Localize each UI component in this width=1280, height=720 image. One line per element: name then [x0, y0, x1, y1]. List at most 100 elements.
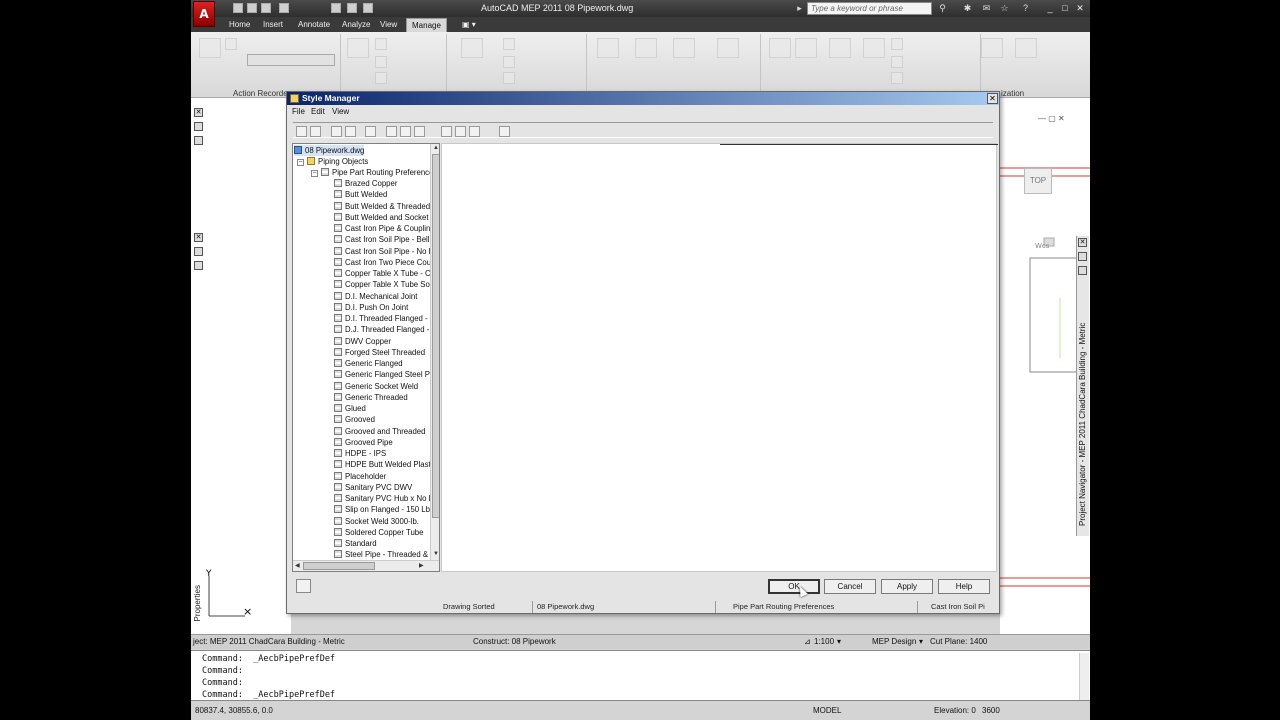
tree-category-pipe-part-routing-preferences[interactable]: Pipe Part Routing Preferences [321, 167, 437, 178]
compare-icon[interactable] [503, 38, 515, 50]
tree-style-item[interactable]: Placeholder [334, 471, 386, 482]
inline-edit-icon[interactable] [499, 126, 510, 137]
tree-style-item[interactable]: Butt Welded & Threaded [334, 201, 430, 212]
tree-style-item[interactable]: Cast Iron Soil Pipe - No Hub [334, 246, 439, 257]
coordinates-readout[interactable]: 80837.4, 30855.6, 0.0 [195, 706, 273, 715]
expand-arrow-icon[interactable]: ▸ [794, 3, 805, 14]
tree-horizontal-scrollbar[interactable]: ◀ ▶ [293, 560, 439, 571]
project-navigator-palette[interactable]: ✕ Project Navigator - MEP 2011 ChadCara … [1076, 236, 1089, 536]
edit-style-icon[interactable] [365, 126, 376, 137]
tab-insert[interactable]: Insert [258, 18, 288, 32]
synchronize-icon[interactable] [461, 38, 483, 58]
check-icon[interactable] [375, 56, 387, 68]
subscription-icon[interactable]: ✱ [962, 3, 973, 14]
tree-style-item[interactable]: Brazed Copper [334, 178, 397, 189]
new-style-icon[interactable] [386, 126, 397, 137]
drawing-area[interactable]: ✕ ✕ Y × [191, 98, 291, 634]
cancel-button[interactable]: Cancel [824, 579, 876, 594]
tree-style-item[interactable]: Sanitary PVC DWV [334, 482, 412, 493]
collapse-icon[interactable]: − [311, 170, 318, 177]
field-application-icon[interactable] [829, 38, 851, 58]
open-icon[interactable] [247, 3, 257, 13]
tree-style-item[interactable]: Generic Flanged Steel Pipe [334, 369, 439, 380]
tree-style-item[interactable]: D.I. Threaded Flanged - [334, 313, 428, 324]
collapse-icon[interactable]: − [297, 159, 304, 166]
tree-style-item[interactable]: Slip on Flanged - 150 Lb [334, 504, 430, 515]
tree-folder-piping-objects[interactable]: Piping Objects [307, 156, 368, 167]
scale-icon[interactable]: ⊿ [804, 637, 811, 646]
tree-style-item[interactable]: DWV Copper [334, 336, 391, 347]
style-manager-icon[interactable] [597, 38, 619, 58]
new-drawing-icon[interactable] [296, 126, 307, 137]
command-scrollbar[interactable] [1079, 653, 1089, 700]
model-toggle[interactable]: MODEL [813, 706, 841, 715]
macro-icon[interactable] [891, 72, 903, 84]
palette-options-icon[interactable] [1078, 266, 1087, 275]
visual-basic-icon[interactable] [891, 38, 903, 50]
workspace-status[interactable]: MEP Design [872, 637, 916, 646]
tab-manage[interactable]: Manage [406, 18, 447, 32]
ok-button[interactable]: OK [768, 579, 820, 594]
macro-combo[interactable] [247, 54, 335, 66]
style-content-pane[interactable] [441, 143, 998, 572]
plot-icon[interactable] [331, 3, 341, 13]
tree-style-item[interactable]: Butt Welded and Socket [334, 212, 429, 223]
tree-style-item[interactable]: Soldered Copper Tube [334, 527, 423, 538]
menu-edit[interactable]: Edit [311, 107, 325, 116]
workspace-icon[interactable] [363, 3, 373, 13]
catalog-editor-icon[interactable] [795, 38, 817, 58]
autohide-icon[interactable] [1078, 252, 1087, 261]
recorder-icon[interactable] [225, 38, 237, 50]
tree-style-item[interactable]: Sanitary PVC Hub x No Hub [334, 493, 439, 504]
synchronize-project-icon[interactable] [503, 56, 515, 68]
help-button[interactable]: Help [938, 579, 990, 594]
display-manager-icon[interactable] [635, 38, 657, 58]
tree-style-item[interactable]: Grooved [334, 414, 375, 425]
vba-icon[interactable] [891, 56, 903, 68]
viewport-controls[interactable]: — ▢ ✕ [1038, 114, 1065, 123]
favorites-icon[interactable]: ☆ [999, 3, 1010, 14]
save-icon[interactable] [261, 3, 271, 13]
undo-icon[interactable] [279, 3, 289, 13]
scroll-down-icon[interactable]: ▼ [433, 551, 439, 557]
tree-style-item[interactable]: D.I. Push On Joint [334, 302, 408, 313]
tree-style-item[interactable]: HDPE - IPS [334, 448, 386, 459]
scroll-up-icon[interactable]: ▲ [433, 145, 439, 151]
help-icon[interactable]: ? [1020, 3, 1031, 14]
dialog-title-bar[interactable]: Style Manager [287, 92, 999, 105]
close-palette-icon[interactable]: ✕ [1078, 238, 1087, 247]
translator-icon[interactable] [375, 72, 387, 84]
close-palette-icon[interactable]: ✕ [194, 108, 203, 117]
record-icon[interactable] [199, 38, 221, 58]
scroll-right-icon[interactable]: ▶ [419, 562, 424, 569]
user-interface-icon[interactable] [981, 38, 1003, 58]
tree-style-item[interactable]: Grooved and Threaded [334, 426, 425, 437]
tree-style-item[interactable]: Generic Flanged [334, 358, 403, 369]
tab-annotate[interactable]: Annotate [293, 18, 335, 32]
content-builder-icon[interactable] [769, 38, 791, 58]
elevation-status[interactable]: Elevation: 0 [934, 706, 976, 715]
dialog-close-button[interactable]: ✕ [987, 93, 998, 104]
viewcube[interactable]: TOP [1024, 168, 1052, 194]
tree-style-item[interactable]: Cast Iron Two Piece Coupling [334, 257, 439, 268]
apply-button[interactable]: Apply [881, 579, 933, 594]
autohide-icon[interactable] [194, 247, 203, 256]
elevation-value[interactable]: 3600 [982, 706, 1000, 715]
tree-style-item[interactable]: Generic Threaded [334, 392, 408, 403]
update-icon[interactable] [503, 72, 515, 84]
tree-style-item[interactable]: Forged Steel Threaded [334, 347, 425, 358]
palette-options-icon[interactable] [194, 136, 203, 145]
tree-style-item[interactable]: Cast Iron Soil Pipe - Bell [334, 234, 430, 245]
redo-icon[interactable] [347, 3, 357, 13]
command-prompt[interactable]: Command: _AecbPipePrefDef [202, 690, 335, 700]
search-input[interactable]: Type a keyword or phrase [807, 2, 932, 15]
tree-style-item[interactable]: Steel Pipe - Threaded & [334, 549, 428, 560]
autohide-icon[interactable] [194, 122, 203, 131]
style-tree[interactable]: 08 Pipework.dwg − Piping Objects − Pipe … [292, 143, 440, 572]
piping-icon[interactable] [717, 38, 739, 58]
communication-icon[interactable]: ✉ [981, 3, 992, 14]
renovation-mode-icon[interactable] [673, 38, 695, 58]
new-icon[interactable] [233, 3, 243, 13]
toggle-view-icon[interactable] [441, 126, 452, 137]
filter-icon[interactable] [455, 126, 466, 137]
